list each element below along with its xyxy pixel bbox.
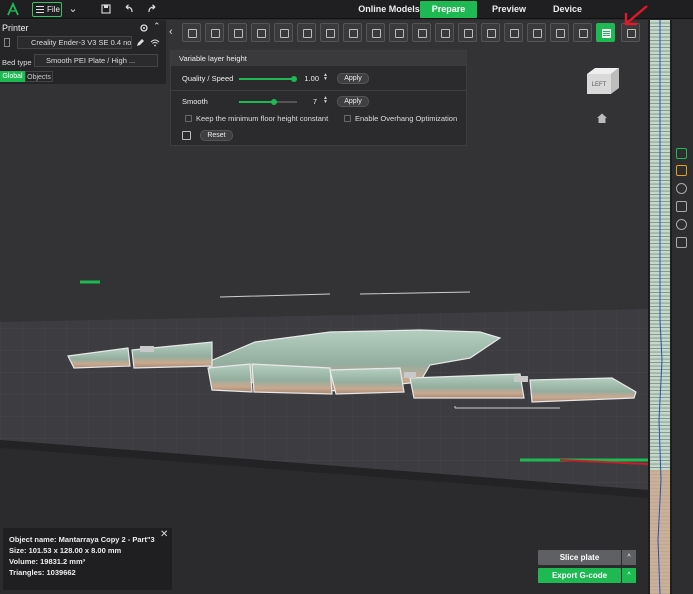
chevron-down-icon[interactable]: ⌄ (67, 3, 79, 15)
printer-section-title: Printer (2, 23, 29, 33)
smooth-value[interactable]: 7 (301, 97, 317, 106)
panel-title: Variable layer height (171, 51, 466, 66)
printer-select[interactable]: Creality Ender-3 V3 SE 0.4 no (17, 36, 132, 49)
object-name: Object name: Mantarraya Copy 2 - Part"3 (9, 535, 155, 544)
chevrons-up-icon[interactable]: ⌃ (153, 21, 161, 32)
boolean-tool[interactable] (412, 23, 431, 42)
brim-ears-tool[interactable] (573, 23, 592, 42)
smooth-slider[interactable] (239, 99, 297, 105)
top-bar: File ⌄ Online Models Prepare Preview Dev… (0, 0, 693, 19)
support-paint-tool[interactable] (435, 23, 454, 42)
tab-global[interactable]: Global (0, 71, 25, 82)
keep-floor-checkbox[interactable] (185, 115, 192, 122)
layers-icon[interactable] (676, 148, 687, 159)
model-center (251, 363, 333, 395)
split-tool[interactable] (274, 23, 293, 42)
view-cube-face-label: LEFT (592, 82, 607, 88)
apply-quality-button[interactable]: Apply (337, 73, 369, 84)
scale-tool[interactable] (343, 23, 362, 42)
smooth-stepper-icon[interactable]: ▲ ▼ (323, 96, 328, 105)
gear-icon[interactable] (139, 23, 149, 33)
right-sidebar (672, 20, 693, 594)
text-tool[interactable] (481, 23, 500, 42)
wifi-icon[interactable] (150, 38, 160, 47)
export-gcode-button[interactable]: Export G-code (538, 568, 621, 583)
bed-type-value: Smooth PEI Plate / High ... (46, 56, 136, 65)
keep-floor-label: Keep the minimum floor height constant (196, 114, 329, 123)
creality-logo-icon[interactable] (6, 2, 20, 16)
cut-tool[interactable] (389, 23, 408, 42)
close-icon[interactable]: ✕ (160, 529, 168, 540)
home-icon[interactable] (596, 112, 608, 124)
smooth-label: Smooth (182, 97, 208, 106)
list-icon[interactable] (676, 165, 687, 176)
eraser-icon[interactable] (182, 131, 191, 140)
plate-tool[interactable] (251, 23, 270, 42)
assembly-tool[interactable] (550, 23, 569, 42)
file-menu-button[interactable]: File (32, 2, 62, 17)
smooth-slider-knob[interactable] (270, 99, 277, 105)
object-info-panel: Object name: Mantarraya Copy 2 - Part"3 … (3, 528, 172, 590)
quality-stepper-icon[interactable]: ▲ ▼ (323, 73, 328, 82)
pencil-icon[interactable] (136, 38, 145, 47)
annotation-arrow-icon (624, 5, 648, 26)
speed-icon[interactable] (676, 183, 687, 194)
apply-smooth-button[interactable]: Apply (337, 96, 369, 107)
others-icon[interactable] (676, 237, 687, 248)
lay-on-face-tool[interactable] (366, 23, 385, 42)
seam-paint-tool[interactable] (458, 23, 477, 42)
arrange-tool[interactable] (205, 23, 224, 42)
object-size: Size: 101.53 x 128.00 x 8.00 mm (9, 546, 122, 555)
main-toolbar: ‹ (166, 23, 644, 45)
overhang-checkbox[interactable] (344, 115, 351, 122)
quality-slider-fill (239, 78, 294, 80)
divider (171, 90, 466, 91)
variable-layer-height-panel: Variable layer height Quality / Speed 1.… (170, 50, 467, 146)
tab-preview[interactable]: Preview (484, 1, 534, 18)
tab-prepare[interactable]: Prepare (420, 1, 477, 18)
plate-border-lines (219, 291, 471, 298)
export-options-chevron-icon[interactable]: ^ (622, 568, 636, 583)
slice-plate-button[interactable]: Slice plate (538, 550, 621, 565)
smooth-slider-fill (239, 101, 274, 103)
color-paint-tool[interactable] (504, 23, 523, 42)
bed-type-label: Bed type (2, 58, 32, 67)
redo-icon[interactable] (146, 3, 158, 15)
model-center-right (329, 367, 405, 395)
view-cube[interactable]: LEFT (583, 66, 621, 98)
reset-button[interactable]: Reset (200, 130, 233, 141)
bed-type-select[interactable]: Smooth PEI Plate / High ... (34, 54, 158, 67)
tab-online-models[interactable]: Online Models (356, 1, 422, 18)
save-icon[interactable] (100, 3, 112, 15)
orient-tool[interactable] (228, 23, 247, 42)
move-tool[interactable] (297, 23, 316, 42)
object-triangles: Triangles: 1039662 (9, 568, 76, 577)
printer-icon (4, 38, 10, 47)
support-icon[interactable] (676, 201, 687, 212)
tab-objects[interactable]: Objects (25, 71, 53, 82)
layer-strip (650, 20, 670, 594)
undo-icon[interactable] (123, 3, 135, 15)
slice-options-chevron-icon[interactable]: ^ (622, 550, 636, 565)
tab-device[interactable]: Device (545, 1, 590, 18)
add-object-tool[interactable] (182, 23, 201, 42)
model-right-segment (409, 373, 525, 399)
rotate-tool[interactable] (320, 23, 339, 42)
overhang-label: Enable Overhang Optimization (355, 114, 458, 123)
file-menu-label: File (47, 5, 60, 14)
quality-speed-slider[interactable] (239, 76, 297, 82)
printer-name: Creality Ender-3 V3 SE 0.4 no (31, 38, 132, 47)
printer-panel: Printer ⌃ Creality Ender-3 V3 SE 0.4 no … (0, 20, 166, 84)
variable-layer-height-tool[interactable] (596, 23, 615, 42)
hamburger-icon (36, 6, 44, 13)
model-center-left (207, 363, 253, 393)
layer-slider[interactable] (648, 20, 672, 594)
object-volume: Volume: 19831.2 mm³ (9, 557, 86, 566)
quality-slider-knob[interactable] (290, 76, 297, 82)
chevron-left-icon[interactable]: ‹ (169, 26, 173, 38)
settings-icon[interactable] (676, 219, 687, 230)
quality-speed-label: Quality / Speed (182, 74, 234, 83)
measure-tool[interactable] (527, 23, 546, 42)
quality-speed-value[interactable]: 1.00 (303, 74, 319, 83)
